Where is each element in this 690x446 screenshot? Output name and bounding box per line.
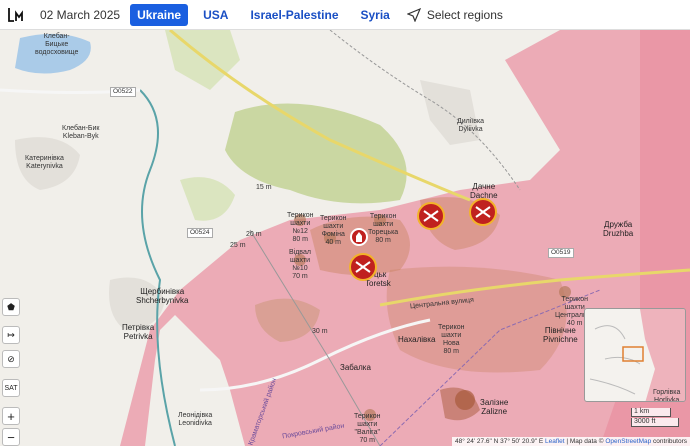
place-dyliivka: Диліївка Dyliivka [457,118,485,133]
select-regions-button[interactable]: Select regions [406,7,503,22]
elevation-20: 20 m [246,231,262,238]
attribution-contributors: contributors [653,438,687,445]
zoom-out-button[interactable]: − [2,428,20,446]
combat-marker[interactable] [469,198,497,226]
tab-syria[interactable]: Syria [354,4,397,26]
road-o0519: O0519 [548,248,574,258]
place-shcherbynivka: Щербинівка Shcherbynivka [136,287,189,305]
coordinates-readout: 48° 24' 27.6" N 37° 50' 20.9" E [454,438,544,445]
osm-link[interactable]: OpenStreetMap [605,438,651,445]
minimap-viewport [622,346,644,362]
place-leonidivka: Леонідівка Leonidivka [178,412,213,427]
current-date: 02 March 2025 [40,7,121,22]
minimap-horlivka: Горлівка Horlivka [653,389,681,402]
tab-ukraine[interactable]: Ukraine [130,3,189,26]
place-klebanbyk-lake: Клебан- Бицьке водосховище [35,33,79,56]
hide-button[interactable]: ⊘ [2,350,20,368]
satellite-button[interactable]: SAT [2,379,20,397]
layer-button[interactable]: ⬟ [2,298,20,316]
tab-israel-palestine[interactable]: Israel-Palestine [243,4,345,26]
top-bar: 02 March 2025 Ukraine USA Israel-Palesti… [0,0,690,30]
place-petrivka: Петрівка Petrivka [122,323,155,341]
combat-marker[interactable] [349,253,377,281]
road-o0522: O0522 [110,87,136,97]
shelling-marker[interactable] [350,228,368,246]
place-terykon-nova: Терикон шахти Нова 80 m [438,324,465,355]
place-zalizne: Залізне Zalizne [480,398,509,416]
scale-km: 1 km [631,408,671,417]
elevation-25: 25 m [230,242,246,249]
elevation-30: 30 m [312,328,328,335]
zoom-in-button[interactable]: + [2,407,20,425]
shell-icon [356,231,362,242]
scale-ft: 3000 ft [631,418,679,427]
tab-usa[interactable]: USA [196,4,235,26]
overview-minimap[interactable]: Горлівка Horlivka [584,308,686,402]
logo-icon[interactable] [6,6,28,24]
select-regions-label: Select regions [426,7,503,22]
map-attribution: 48° 24' 27.6" N 37° 50' 20.9" E Leaflet … [451,437,690,446]
crossed-rifles-icon [475,206,491,218]
place-terykon-12: Терикон шахти №12 80 m [287,212,314,243]
place-terykon-toretska: Терикон шахти Торецька 80 m [368,213,399,244]
navigation-arrow-icon [406,7,421,22]
place-nakhalivka: Нахалівка [398,335,436,344]
place-terykon-fomina: Терикон шахти Фоміна 40 m [320,215,347,246]
crossed-rifles-icon [423,210,439,222]
place-terykon-valiha: Терикон шахти "Валіга" 70 m [354,413,381,444]
road-o0524: O0524 [187,228,213,238]
map-canvas[interactable]: Клебан- Бицьке водосховище Клебан-Бик Kleba… [0,30,690,446]
combat-marker[interactable] [417,202,445,230]
leaflet-link[interactable]: Leaflet [545,438,565,445]
place-klebanbyk: Клебан-Бик Kleban-Byk [62,125,100,140]
place-pivnichne: Північне Pivnichne [543,326,578,344]
elevation-15: 15 m [256,184,272,191]
crossed-rifles-icon [355,261,371,273]
place-katerynivka: Катеринівка Katerynivka [25,155,64,170]
attribution-text: | Map data © [566,438,606,445]
measure-button[interactable]: ↦ [2,326,20,344]
place-zabalka: Забалка [340,363,371,372]
place-druzhba: Дружба Druzhba [603,220,634,238]
place-vidval-10: Відвал шахти №10 70 m [289,249,311,280]
